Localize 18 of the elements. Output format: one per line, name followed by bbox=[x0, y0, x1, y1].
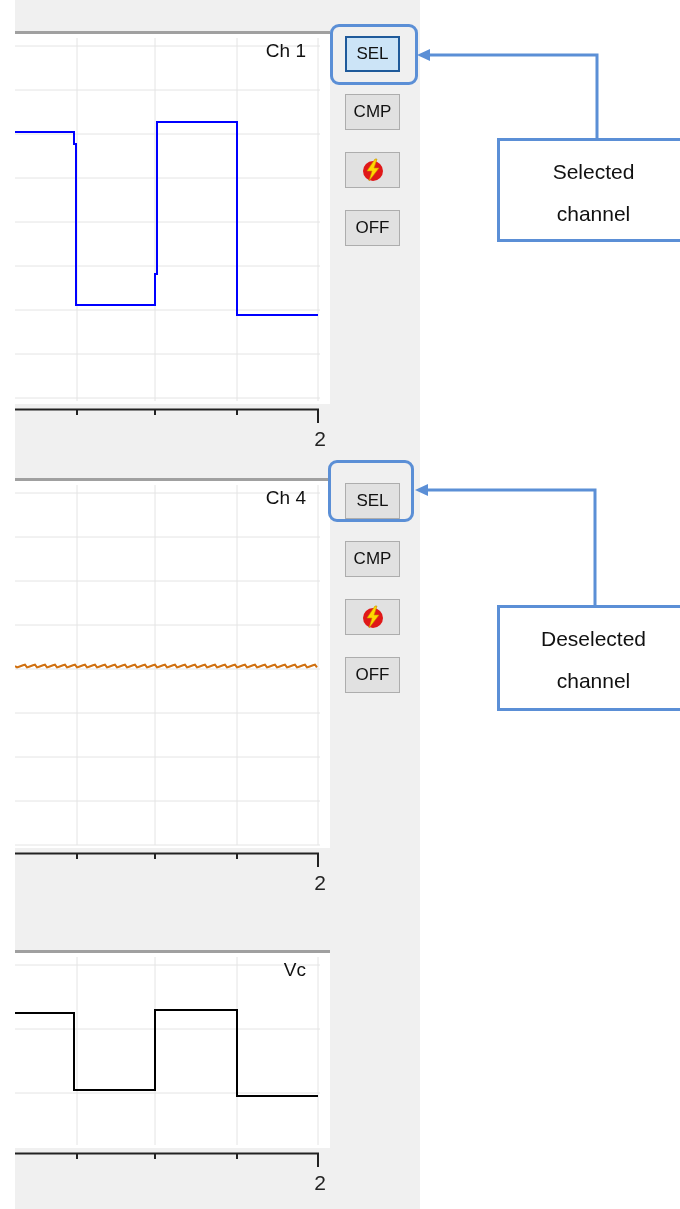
tick-label: 2 bbox=[314, 427, 326, 451]
channel-label: Vc bbox=[283, 959, 306, 981]
callout-label: Deselected channel bbox=[497, 605, 680, 711]
channel-label: Ch 4 bbox=[265, 487, 306, 509]
channel-button[interactable]: OFF bbox=[345, 657, 400, 693]
channel-button[interactable]: CMP bbox=[345, 541, 400, 577]
channel-button[interactable]: SEL bbox=[345, 36, 400, 72]
channel-button[interactable]: CMP bbox=[345, 94, 400, 130]
callout-label: Selected channel bbox=[497, 138, 680, 242]
lightning-button[interactable] bbox=[345, 152, 400, 188]
lightning-button[interactable] bbox=[345, 599, 400, 635]
channel-button[interactable]: OFF bbox=[345, 210, 400, 246]
channel-button[interactable]: SEL bbox=[345, 483, 400, 519]
lightning-bolt-icon bbox=[361, 605, 384, 629]
lightning-bolt-icon bbox=[361, 158, 384, 182]
channel-label: Ch 1 bbox=[265, 40, 306, 62]
tick-label: 2 bbox=[314, 1171, 326, 1195]
tick-label: 2 bbox=[314, 871, 326, 895]
